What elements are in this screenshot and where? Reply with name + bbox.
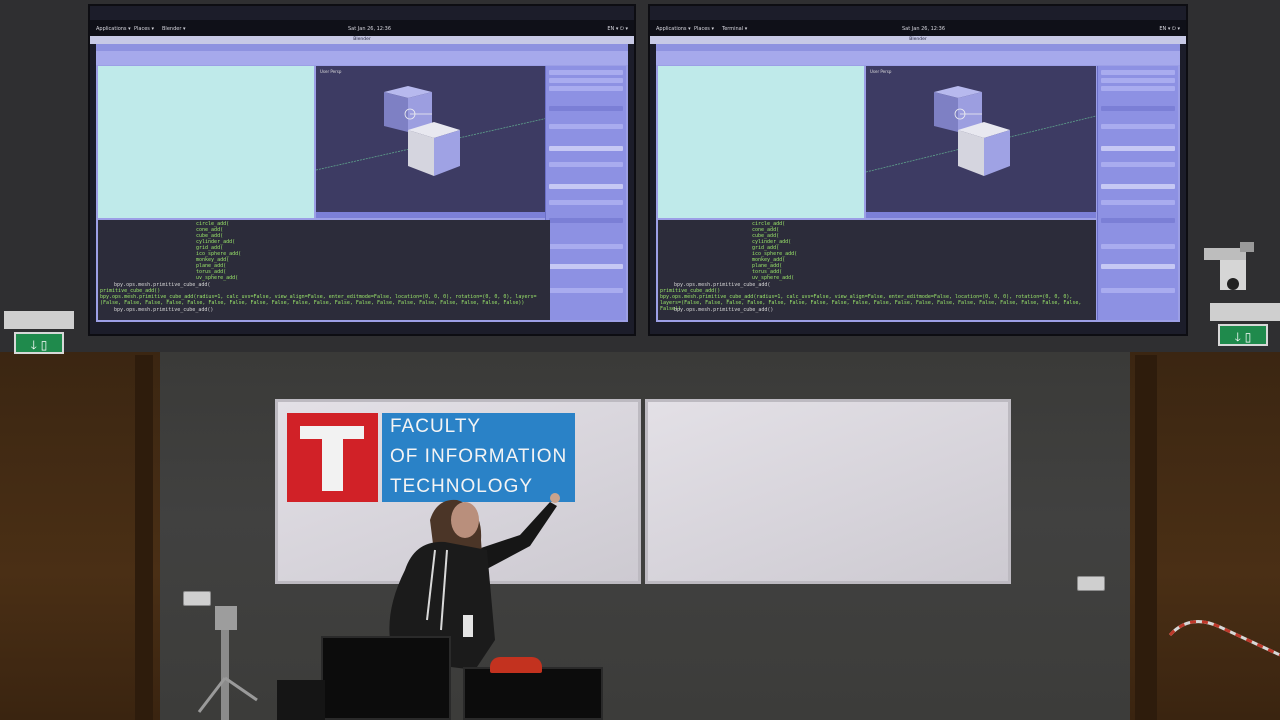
microphone-stand: [197, 606, 258, 720]
props-row[interactable]: [549, 288, 623, 293]
barrier-tape: [1168, 620, 1280, 657]
props-row[interactable]: [549, 162, 623, 167]
props-row[interactable]: [549, 78, 623, 83]
props-row[interactable]: [1101, 124, 1175, 129]
t-letter-icon: [300, 426, 364, 491]
viewport-scene: [316, 86, 548, 176]
wall-socket: [1077, 576, 1105, 591]
viewport-label: User Persp: [870, 69, 892, 74]
props-row[interactable]: [549, 218, 623, 223]
console-signature: bpy.ops.mesh.primitive_cube_add(radius=1…: [100, 294, 537, 307]
props-row[interactable]: [1101, 78, 1175, 83]
left-door-frame: [135, 355, 153, 720]
exit-sign-right-housing: [1210, 303, 1280, 321]
cube-left-front: [958, 130, 984, 176]
props-row[interactable]: [1101, 146, 1175, 151]
security-camera-icon: [1204, 242, 1254, 290]
console-last-command: bpy.ops.mesh.primitive_cube_add(): [102, 307, 214, 313]
props-row[interactable]: [549, 70, 623, 75]
props-row[interactable]: [1101, 288, 1175, 293]
props-row[interactable]: [549, 124, 623, 129]
props-row[interactable]: [549, 200, 623, 205]
blender-window: User Persp circle_add( cone_add(cube_ad…: [96, 44, 628, 322]
properties-panel[interactable]: [545, 66, 626, 320]
lectern-monitor-left: [321, 636, 451, 720]
props-row[interactable]: [1101, 106, 1175, 111]
viewport-header: [316, 212, 548, 218]
desk-left: [277, 680, 325, 720]
props-row[interactable]: [1101, 244, 1175, 249]
lectern-monitor-right: [463, 667, 603, 720]
cube-right-front: [984, 130, 1010, 176]
props-row[interactable]: [549, 86, 623, 91]
blender-menu-row: [656, 44, 1180, 51]
console-line: uv_sphere_add(: [752, 275, 795, 281]
props-row[interactable]: [549, 244, 623, 249]
props-row[interactable]: [1101, 200, 1175, 205]
text-editor-area[interactable]: [658, 66, 864, 218]
right-door-frame: [1135, 355, 1157, 720]
props-row[interactable]: [1101, 70, 1175, 75]
props-row[interactable]: [549, 106, 623, 111]
lecture-hall-scene: Applications ▾ Places ▾ Blender ▾ Sat Ja…: [0, 0, 1280, 720]
props-row[interactable]: [1101, 86, 1175, 91]
cube-left-back: [934, 92, 958, 132]
projector-screen-right: Applications ▾ Places ▾ Terminal ▾ Sat J…: [648, 4, 1188, 336]
viewport-scene: [866, 86, 1096, 176]
exit-sign-left: 🡓 ▯: [14, 332, 64, 354]
window-title: Blender: [650, 36, 1186, 44]
exit-sign-right: 🡓 ▯: [1218, 324, 1268, 346]
projector-screen-left: Applications ▾ Places ▾ Blender ▾ Sat Ja…: [88, 4, 636, 336]
console-line: uv_sphere_add(: [196, 275, 239, 281]
faculty-logo-mark: [287, 413, 378, 502]
3d-viewport[interactable]: User Persp: [316, 66, 548, 218]
text-editor-area[interactable]: [98, 66, 314, 218]
props-row[interactable]: [549, 184, 623, 189]
red-chair: [490, 657, 542, 673]
logo-line-1: FACULTY: [390, 416, 482, 437]
props-row[interactable]: [549, 264, 623, 269]
exit-sign-left-housing: [4, 311, 74, 329]
props-row[interactable]: [1101, 184, 1175, 189]
3d-viewport[interactable]: User Persp: [866, 66, 1096, 218]
python-console[interactable]: circle_add( cone_add( cube_add( cylinder…: [658, 220, 1096, 320]
cube-left-back: [384, 92, 408, 132]
console-last-command: bpy.ops.mesh.primitive_cube_add(): [662, 307, 774, 313]
viewport-header: [866, 212, 1096, 218]
python-console[interactable]: circle_add( cone_add( cube_add( cylinder…: [98, 220, 550, 320]
logo-line-2: OF INFORMATION: [390, 446, 568, 467]
cube-left-front: [408, 130, 434, 176]
props-row[interactable]: [1101, 218, 1175, 223]
props-row[interactable]: [1101, 162, 1175, 167]
cube-right-front: [434, 130, 460, 176]
props-row[interactable]: [1101, 264, 1175, 269]
whiteboard-right: [645, 399, 1011, 584]
props-row[interactable]: [549, 146, 623, 151]
blender-info-row: [96, 51, 628, 65]
viewport-label: User Persp: [320, 69, 342, 74]
blender-menu-row: [96, 44, 628, 51]
window-title: Blender: [90, 36, 634, 44]
blender-window: User Persp circle_add( cone_add(cube_ad…: [656, 44, 1180, 322]
blender-info-row: [656, 51, 1180, 65]
properties-panel[interactable]: [1097, 66, 1178, 320]
